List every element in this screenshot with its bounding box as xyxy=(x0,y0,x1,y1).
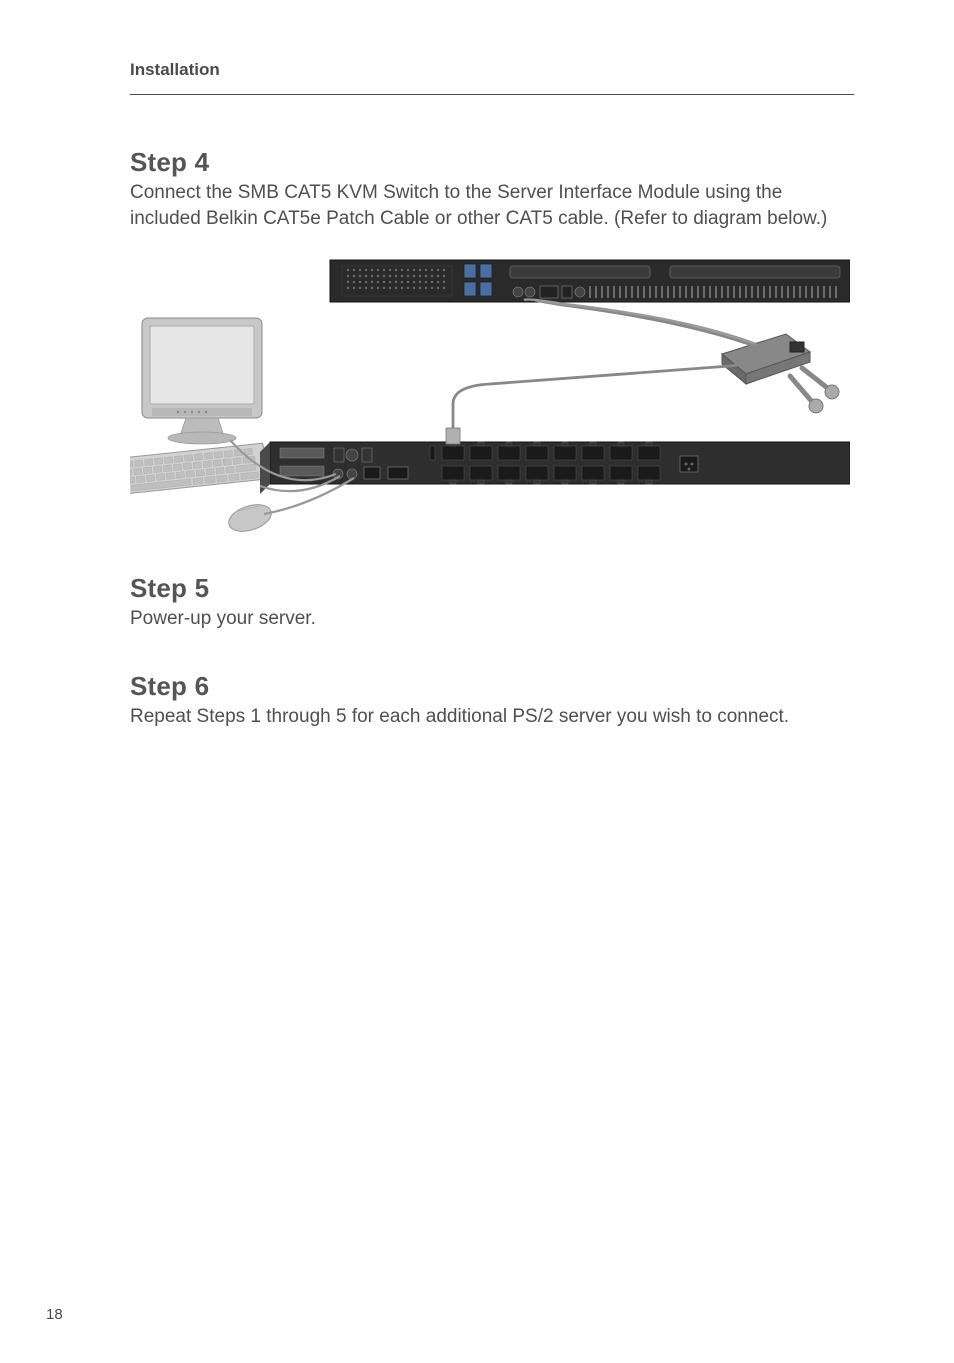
step-4-heading: Step 4 xyxy=(130,147,854,178)
keyboard-icon xyxy=(130,443,273,498)
step-4-block: Step 4 Connect the SMB CAT5 KVM Switch t… xyxy=(130,147,854,232)
step-5-block: Step 5 Power-up your server. xyxy=(130,573,854,632)
manual-page: Installation Step 4 Connect the SMB CAT5… xyxy=(0,0,954,794)
step-6-heading: Step 6 xyxy=(130,671,854,702)
section-header: Installation xyxy=(130,60,854,95)
connection-diagram xyxy=(130,256,854,541)
step-4-body: Connect the SMB CAT5 KVM Switch to the S… xyxy=(130,180,854,232)
kvm-switch-icon xyxy=(260,442,850,494)
step-6-body: Repeat Steps 1 through 5 for each additi… xyxy=(130,704,854,730)
page-number: 18 xyxy=(46,1306,63,1323)
step-5-body: Power-up your server. xyxy=(130,606,854,632)
server-interface-module-icon xyxy=(722,334,839,413)
step-5-heading: Step 5 xyxy=(130,573,854,604)
diagram-svg xyxy=(130,256,850,536)
cat5-cable xyxy=(453,360,750,442)
step-6-block: Step 6 Repeat Steps 1 through 5 for each… xyxy=(130,671,854,730)
server-back-panel xyxy=(330,260,850,302)
mouse-icon xyxy=(225,500,274,536)
section-title: Installation xyxy=(130,60,220,79)
monitor-icon xyxy=(142,318,262,444)
